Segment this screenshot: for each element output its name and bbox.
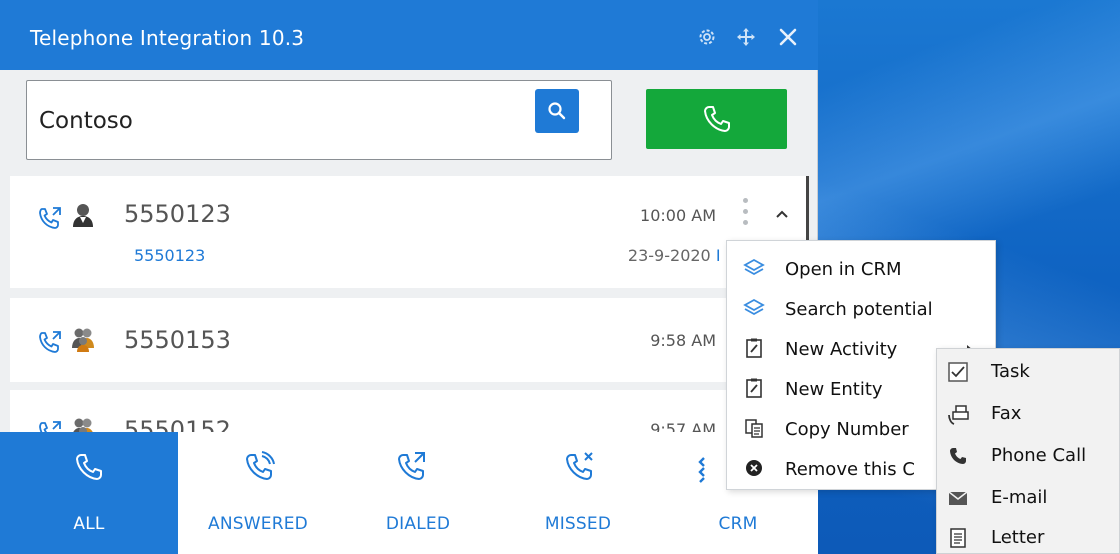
tab-label: MISSED: [544, 514, 612, 534]
layers-icon: [743, 297, 765, 319]
call-time: 10:00 AM: [640, 206, 716, 225]
title-bar: Telephone Integration 10.3: [0, 0, 818, 70]
submenu-item-label: Task: [991, 361, 1030, 382]
submenu-item-task[interactable]: Task: [937, 351, 1119, 393]
dialed-call-icon: [36, 204, 64, 232]
tab-label: ALL: [73, 514, 105, 534]
call-number: 5550123: [124, 200, 231, 228]
call-sub-number[interactable]: 5550123: [134, 246, 205, 265]
dialed-call-icon: [36, 418, 64, 432]
submenu-item-email[interactable]: E-mail: [937, 477, 1119, 519]
remove-icon: [743, 457, 765, 479]
move-icon[interactable]: [736, 27, 756, 47]
call-number: 5550153: [124, 326, 231, 354]
dialed-call-icon: [36, 328, 64, 356]
call-row[interactable]: 5550153 9:58 AM: [10, 298, 806, 382]
contact-person-icon: [70, 202, 96, 228]
tab-dialed[interactable]: DIALED: [338, 432, 498, 554]
tab-label: CRM: [718, 514, 758, 534]
menu-item-label: Open in CRM: [785, 259, 902, 280]
submenu-item-fax[interactable]: Fax: [937, 393, 1119, 435]
dialed-call-icon: [394, 450, 428, 484]
date-separator: I: [715, 246, 721, 265]
call-time: 9:58 AM: [650, 331, 716, 350]
tab-label: ANSWERED: [208, 514, 308, 534]
telephone-integration-window: Telephone Integration 10.3 5550123 55501: [0, 0, 818, 554]
fax-icon: [947, 403, 969, 425]
submenu-item-label: Phone Call: [991, 445, 1087, 466]
window-title: Telephone Integration 10.3: [30, 26, 305, 50]
filter-tabs: ALL ANSWERED DIALED MISSED CRM: [0, 432, 818, 554]
search-button[interactable]: [535, 89, 579, 133]
menu-item-open-in-crm[interactable]: Open in CRM: [727, 249, 995, 289]
tab-all[interactable]: ALL: [0, 432, 178, 554]
submenu-item-label: Fax: [991, 403, 1022, 424]
crm-icon: [696, 450, 730, 484]
checkbox-icon: [947, 361, 969, 383]
copy-icon: [743, 417, 765, 439]
close-icon[interactable]: [778, 27, 798, 47]
call-button[interactable]: [646, 89, 787, 149]
search-icon: [548, 102, 566, 120]
submenu-item-label: Letter: [991, 527, 1045, 548]
menu-item-label: Remove this C: [785, 459, 915, 480]
menu-item-search-potential[interactable]: Search potential: [727, 289, 995, 329]
document-icon: [947, 527, 969, 549]
contact-group-icon: [70, 326, 96, 352]
menu-item-label: Search potential: [785, 299, 933, 320]
submenu-item-phone-call[interactable]: Phone Call: [937, 435, 1119, 477]
call-list: 5550123 5550123 10:00 AM 23-9-2020 I 02 …: [0, 176, 806, 432]
phone-icon: [72, 450, 106, 484]
search-box[interactable]: [26, 80, 612, 160]
tab-missed[interactable]: MISSED: [498, 432, 658, 554]
call-number: 5550152: [124, 416, 231, 432]
envelope-icon: [947, 487, 969, 509]
call-date-value: 23-9-2020: [627, 246, 711, 265]
clipboard-edit-icon: [743, 377, 765, 399]
call-row[interactable]: 5550152 9:57 AM: [10, 390, 806, 432]
menu-item-label: Copy Number: [785, 419, 909, 440]
call-time: 9:57 AM: [650, 420, 716, 432]
search-input[interactable]: [39, 103, 519, 139]
tab-label: DIALED: [385, 514, 451, 534]
submenu-item-letter[interactable]: Letter: [937, 517, 1119, 554]
menu-item-label: New Activity: [785, 339, 898, 360]
call-row[interactable]: 5550123 5550123 10:00 AM 23-9-2020 I 02: [10, 176, 806, 288]
chevron-up-icon[interactable]: [775, 206, 789, 220]
menu-item-label: New Entity: [785, 379, 883, 400]
answered-call-icon: [242, 450, 276, 484]
new-activity-submenu: Task Fax Phone Call E-mail Letter: [936, 348, 1120, 554]
contact-group-icon: [70, 416, 96, 432]
gear-icon[interactable]: [697, 27, 717, 47]
clipboard-edit-icon: [743, 337, 765, 359]
more-options-icon[interactable]: [741, 198, 749, 232]
layers-icon: [743, 257, 765, 279]
phone-icon: [947, 445, 969, 467]
phone-icon: [704, 106, 730, 132]
missed-call-icon: [562, 450, 596, 484]
submenu-item-label: E-mail: [991, 487, 1048, 508]
tab-answered[interactable]: ANSWERED: [178, 432, 338, 554]
